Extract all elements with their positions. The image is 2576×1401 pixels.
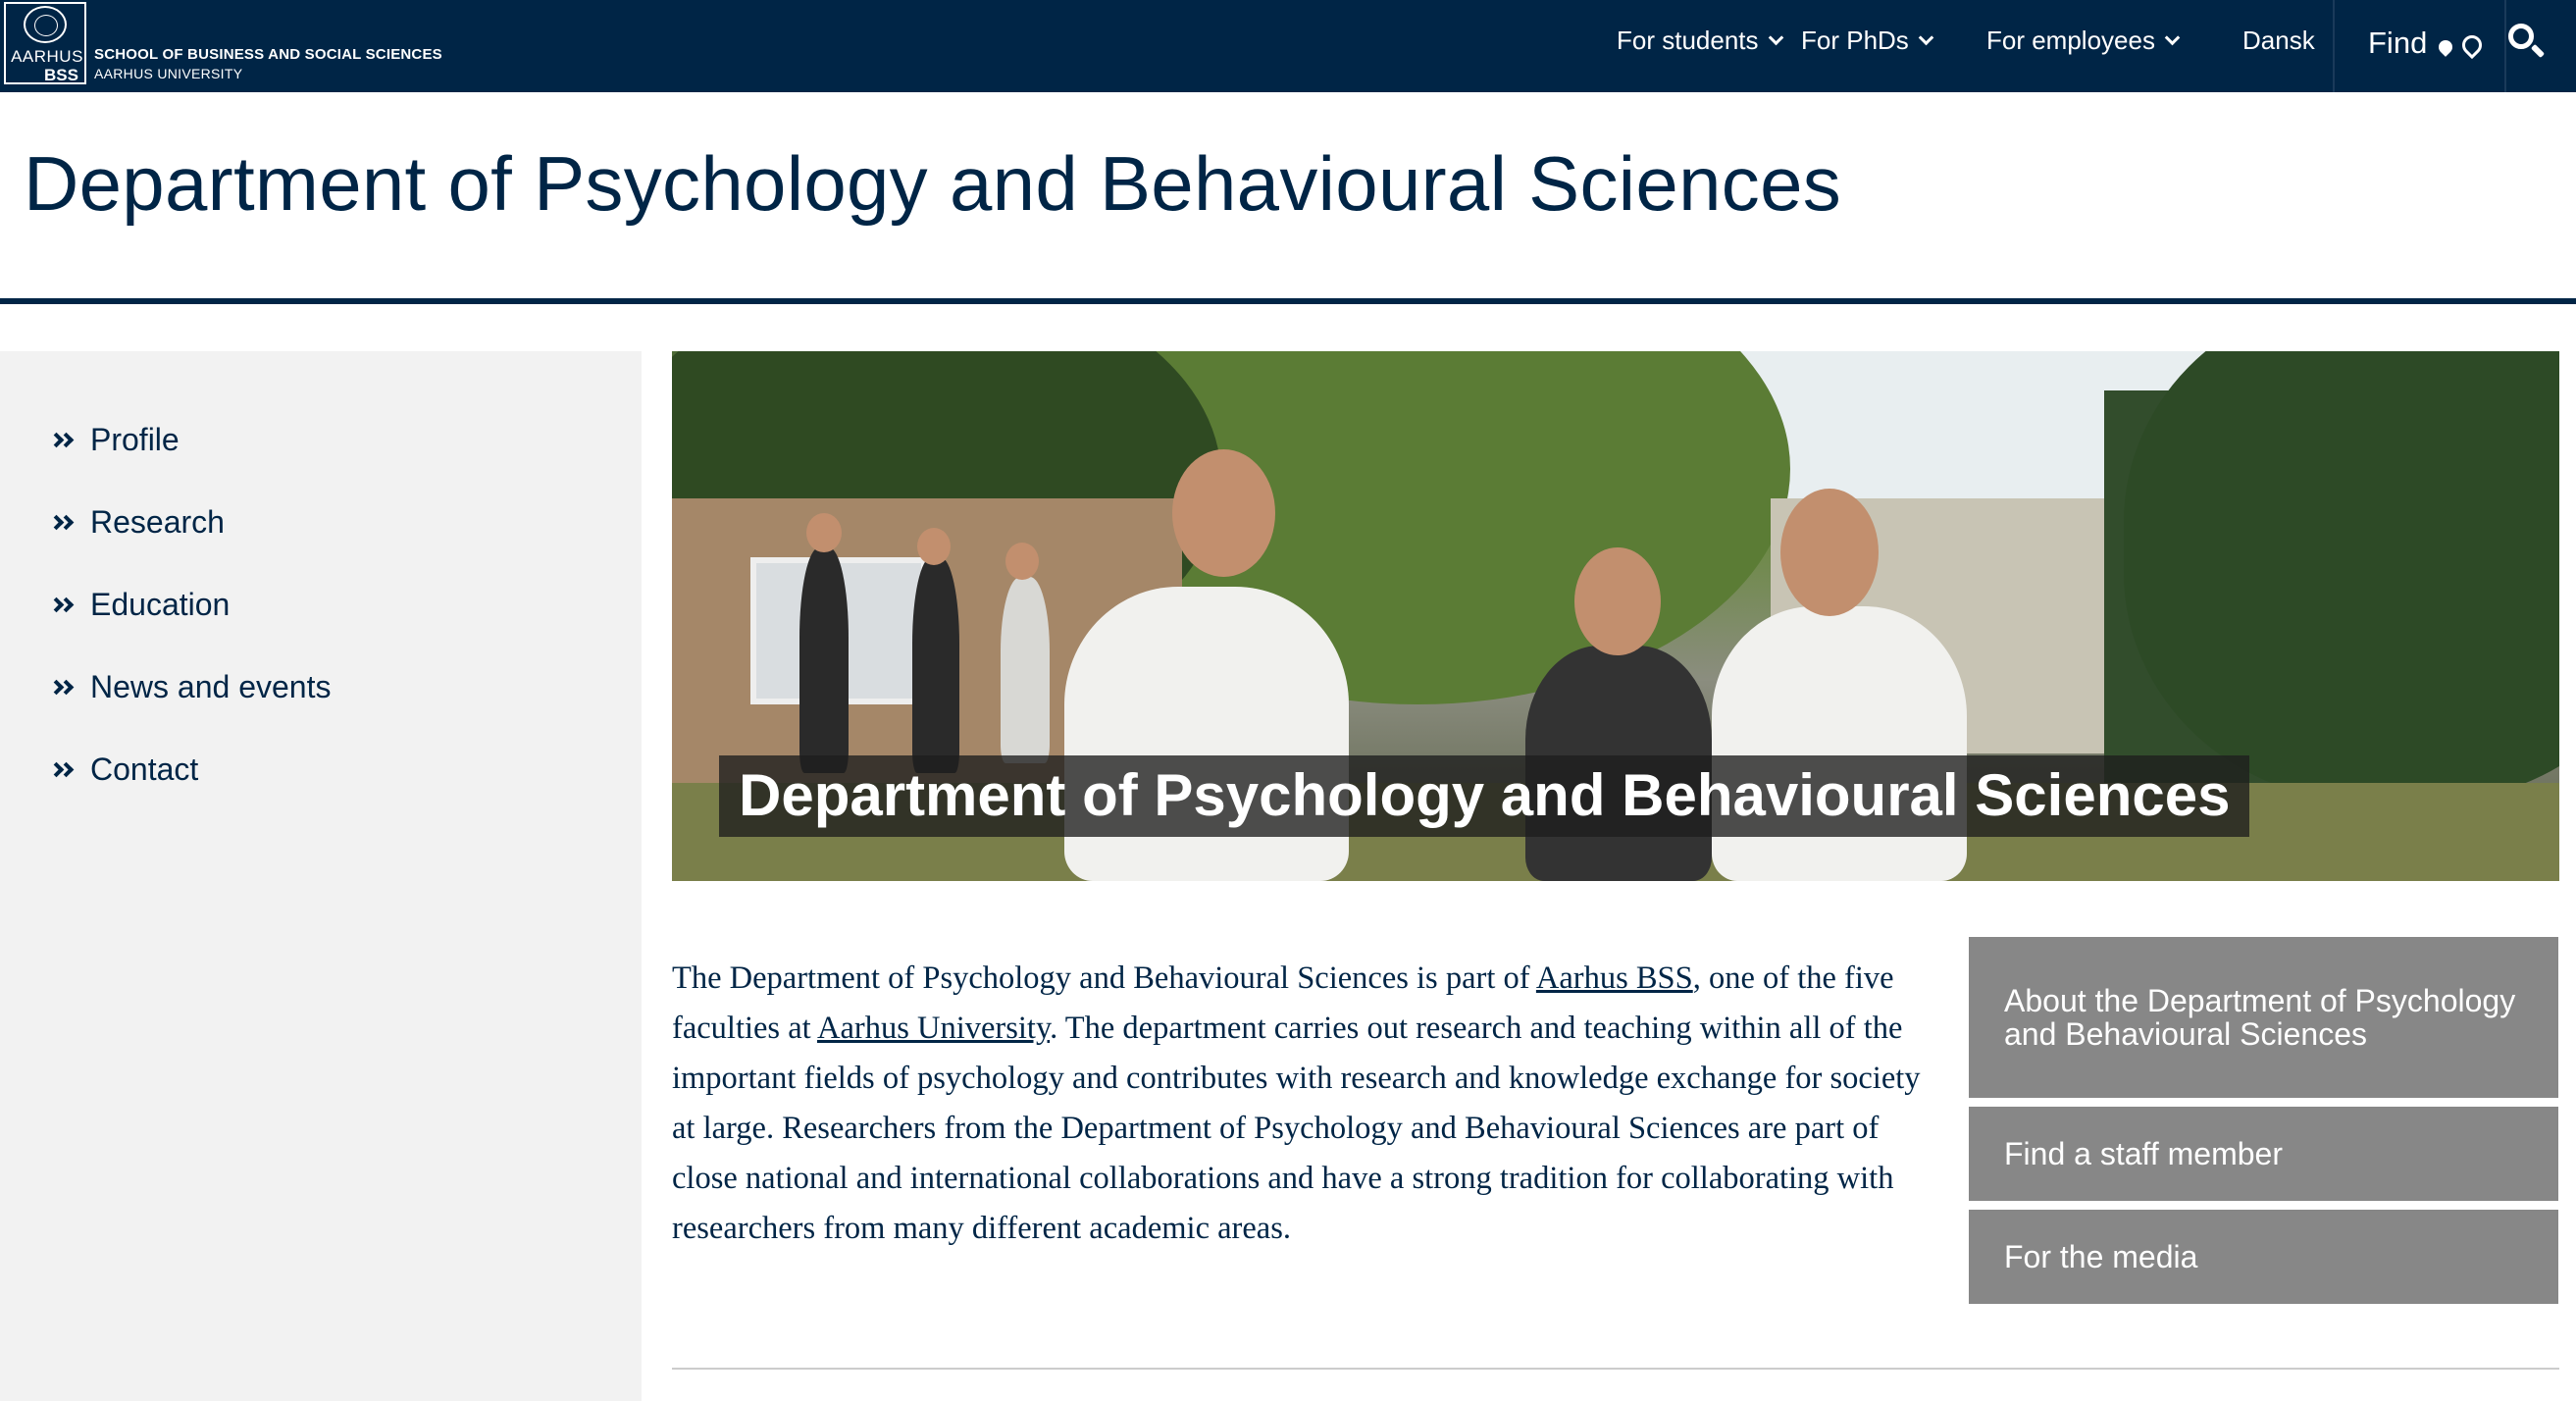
chevron-down-icon xyxy=(2164,29,2181,45)
sidebar-item-label: Research xyxy=(90,504,225,540)
sidebar-item-contact[interactable]: Contact xyxy=(48,752,199,788)
intro-text: . The department carries out research an… xyxy=(672,1011,1921,1246)
hero-person-head xyxy=(1172,449,1275,577)
hero-person xyxy=(1001,577,1050,763)
search-button[interactable] xyxy=(2506,22,2551,67)
double-chevron-right-icon xyxy=(48,513,77,533)
quicklink-about-department[interactable]: About the Department of Psychology and B… xyxy=(1969,937,2558,1098)
nav-for-phds-label: For PhDs xyxy=(1801,26,1909,55)
language-switch-label: Dansk xyxy=(2242,26,2315,55)
page-title: Department of Psychology and Behavioural… xyxy=(24,140,1842,227)
sidebar-navigation: Profile Research Education News and even… xyxy=(0,351,642,1401)
quicklink-label: For the media xyxy=(2004,1239,2198,1274)
double-chevron-right-icon xyxy=(48,678,77,698)
map-pin-outline-icon xyxy=(2458,30,2487,60)
aarhus-bss-logo[interactable]: AARHUS BSS xyxy=(4,2,86,84)
nav-for-employees-label: For employees xyxy=(1986,26,2155,55)
university-name[interactable]: AARHUS UNIVERSITY xyxy=(94,66,242,81)
aarhus-bss-link[interactable]: Aarhus BSS xyxy=(1536,960,1693,996)
map-pin-icon xyxy=(2436,37,2456,57)
hero-person-head xyxy=(1780,489,1879,616)
quicklink-find-staff[interactable]: Find a staff member xyxy=(1969,1107,2558,1201)
hero-person-head xyxy=(1005,543,1039,580)
nav-for-students-label: For students xyxy=(1617,26,1759,55)
nav-for-employees[interactable]: For employees xyxy=(1986,26,2181,56)
sidebar-item-label: Contact xyxy=(90,752,199,787)
logo-text-aarhus: AARHUS xyxy=(11,47,83,66)
sidebar-item-label: Education xyxy=(90,587,231,622)
aarhus-university-link[interactable]: Aarhus University xyxy=(817,1011,1050,1046)
language-switch-link[interactable]: Dansk xyxy=(2242,26,2315,56)
hero-person xyxy=(799,547,849,773)
content-divider xyxy=(672,1368,2559,1370)
search-icon-handle xyxy=(2530,43,2546,59)
sidebar-item-research[interactable]: Research xyxy=(48,504,225,541)
hero-person xyxy=(1712,606,1967,881)
hero-person-head xyxy=(917,528,951,565)
find-button[interactable]: Find xyxy=(2368,26,2487,61)
quicklink-label: About the Department of Psychology and B… xyxy=(2004,983,2516,1052)
nav-for-phds[interactable]: For PhDs xyxy=(1801,26,1934,56)
school-name[interactable]: SCHOOL OF BUSINESS AND SOCIAL SCIENCES xyxy=(94,46,442,63)
intro-text: The Department of Psychology and Behavio… xyxy=(672,960,1536,996)
find-label: Find xyxy=(2368,26,2428,60)
hero-person-head xyxy=(1574,547,1661,655)
university-seal-icon xyxy=(24,6,67,43)
chevron-down-icon xyxy=(1918,29,1934,45)
double-chevron-right-icon xyxy=(48,596,77,615)
double-chevron-right-icon xyxy=(48,431,77,450)
search-icon xyxy=(2508,24,2534,49)
top-navigation-bar: AARHUS BSS SCHOOL OF BUSINESS AND SOCIAL… xyxy=(0,0,2576,92)
nav-divider xyxy=(2333,0,2335,92)
sidebar-item-label: News and events xyxy=(90,669,332,704)
hero-caption: Department of Psychology and Behavioural… xyxy=(719,755,2250,837)
sidebar-item-education[interactable]: Education xyxy=(48,587,231,623)
double-chevron-right-icon xyxy=(48,760,77,780)
title-divider xyxy=(0,298,2576,304)
sidebar-item-label: Profile xyxy=(90,422,180,457)
sidebar-item-news-and-events[interactable]: News and events xyxy=(48,669,332,705)
quicklink-for-the-media[interactable]: For the media xyxy=(1969,1210,2558,1304)
sidebar-item-profile[interactable]: Profile xyxy=(48,422,180,458)
intro-paragraph: The Department of Psychology and Behavio… xyxy=(672,954,1923,1254)
quicklink-label: Find a staff member xyxy=(2004,1136,2283,1171)
hero-person-head xyxy=(806,513,842,552)
hero-person xyxy=(912,557,959,773)
hero-person xyxy=(1064,587,1349,881)
hero-image: Department of Psychology and Behavioural… xyxy=(672,351,2559,881)
chevron-down-icon xyxy=(1768,29,1783,45)
nav-for-students[interactable]: For students xyxy=(1617,26,1783,56)
logo-text-bss: BSS xyxy=(44,66,78,84)
